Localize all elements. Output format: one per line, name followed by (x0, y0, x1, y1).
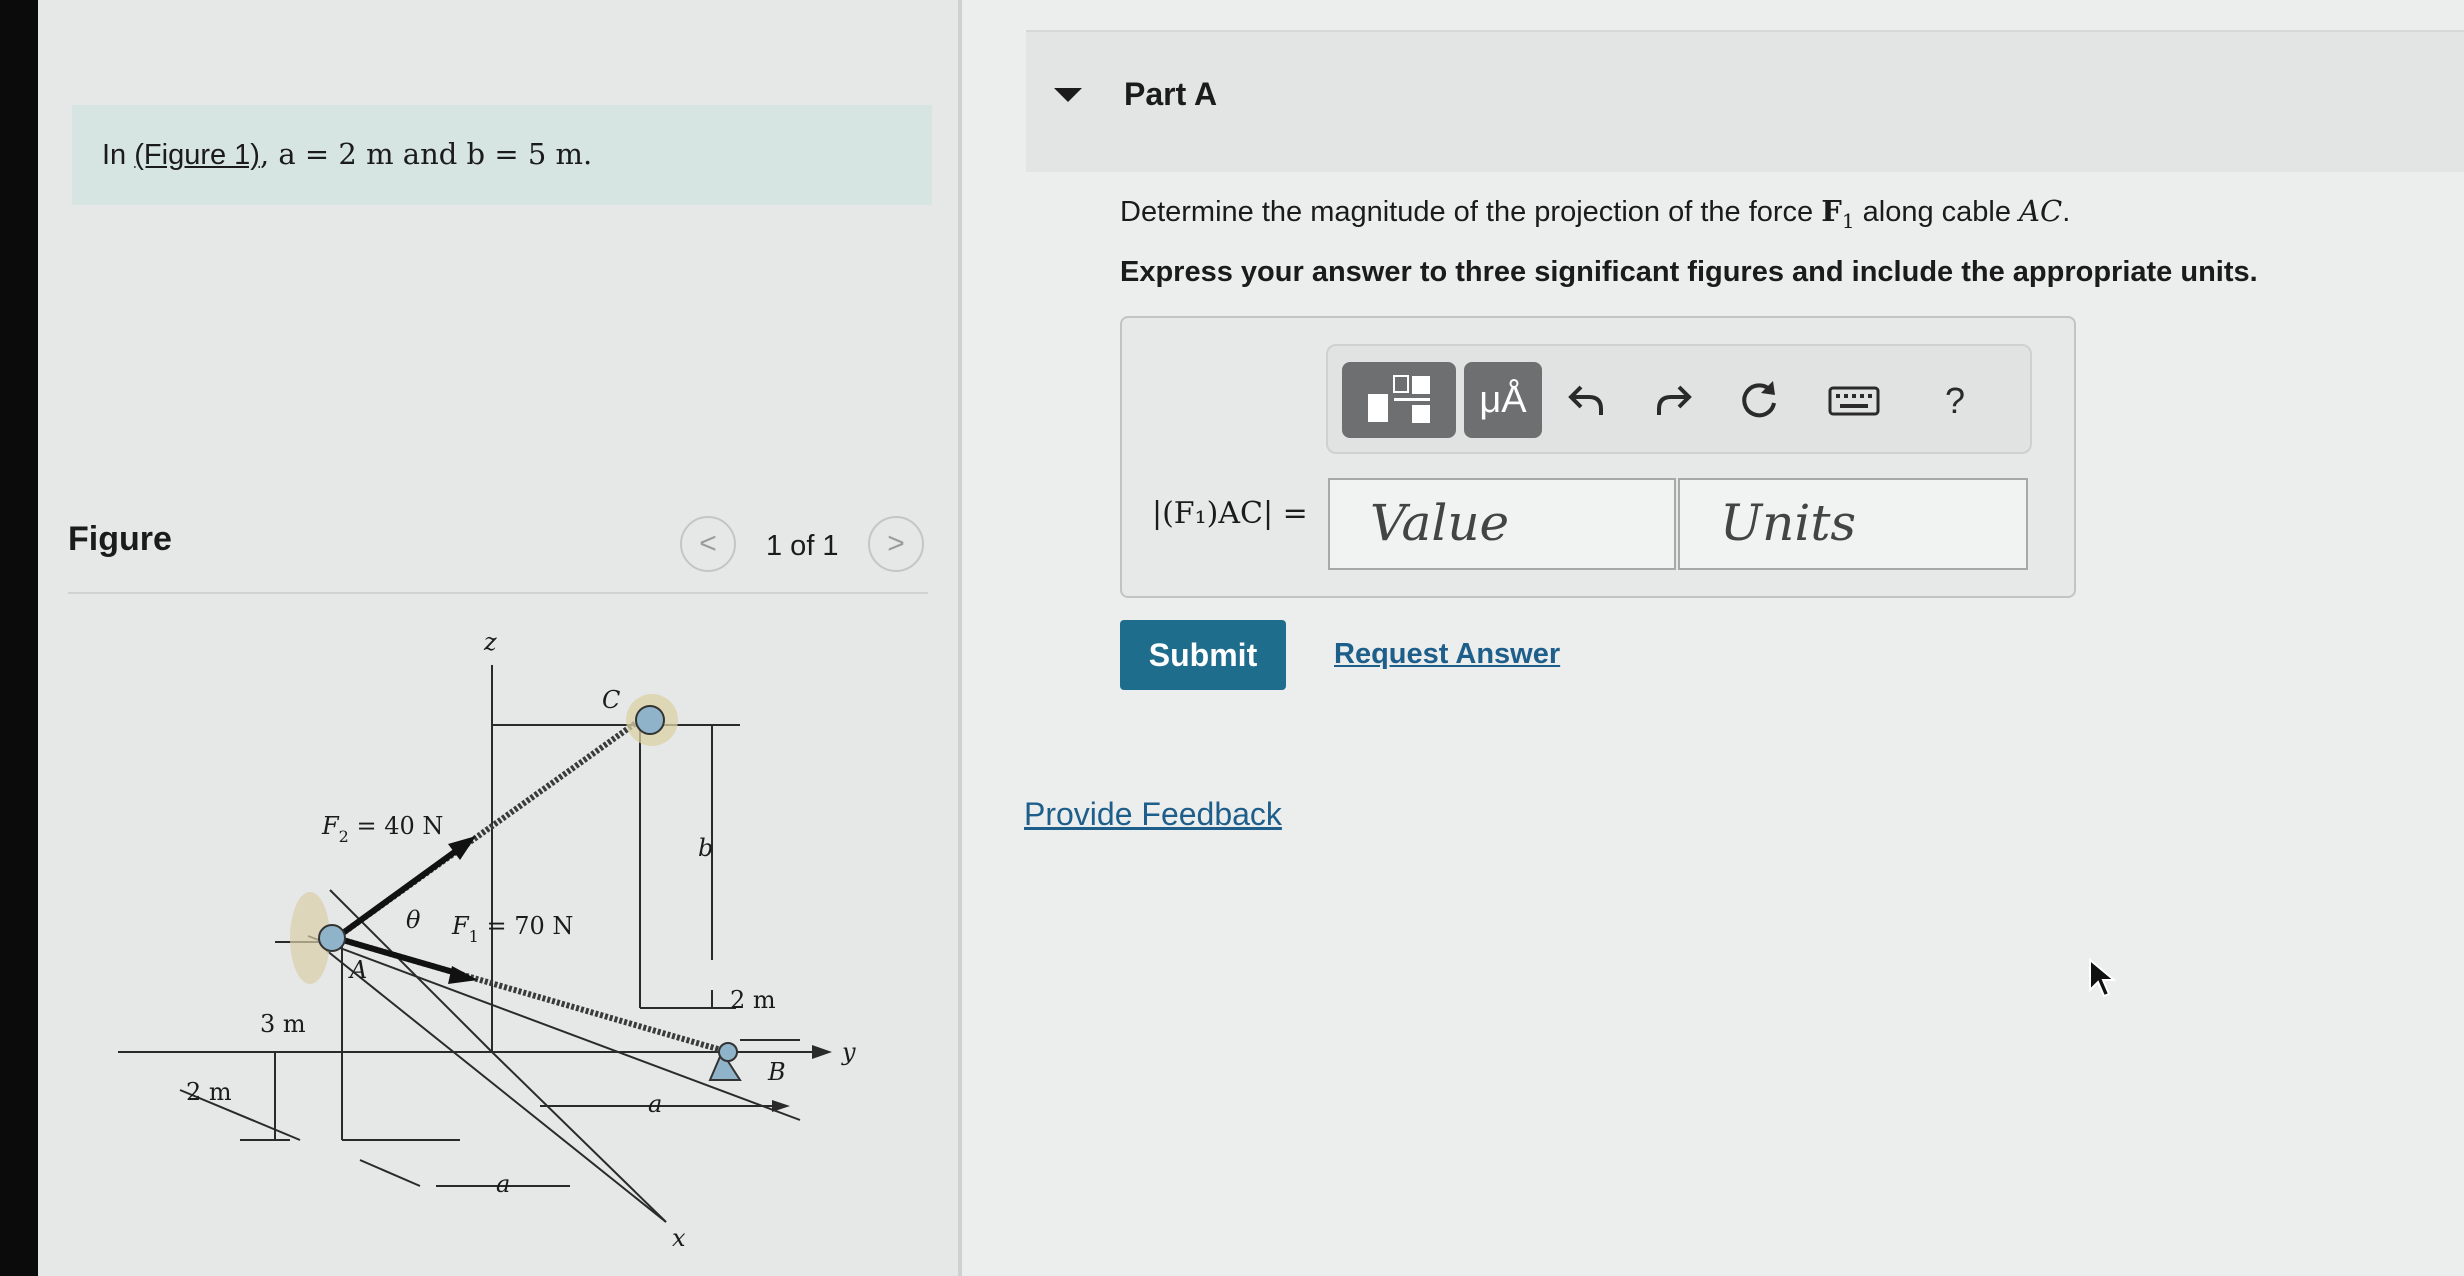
label-f2-value: = 40 N (349, 812, 444, 840)
keyboard-glyph (1828, 386, 1880, 416)
label-c: C (602, 686, 620, 714)
question-force-sub: 1 (1841, 208, 1855, 233)
answer-box: μÅ ? |(F₁)AC| = Value Units (1120, 316, 2076, 598)
label-x: x (672, 1224, 686, 1252)
problem-conditions: , a = 2 m and b = 5 m. (259, 137, 593, 171)
label-b-dim: b (698, 834, 713, 862)
label-y: y (841, 1038, 856, 1066)
keyboard-icon[interactable] (1822, 374, 1886, 428)
redo-glyph (1657, 385, 1692, 415)
label-f2-sub: 2 (339, 827, 349, 846)
label-z: z (483, 628, 497, 656)
prev-figure-button[interactable]: < (680, 516, 736, 572)
joint-b (718, 1042, 738, 1062)
a-dim-arrow (772, 1100, 790, 1112)
label-3m: 3 m (260, 1010, 306, 1038)
reset-icon[interactable] (1732, 374, 1786, 428)
math-toolbar: μÅ ? (1326, 344, 2032, 454)
label-theta: θ (406, 906, 421, 934)
force-f2-arrow (334, 845, 462, 941)
label-f1-symbol: F (451, 912, 470, 940)
force-diagram: z y x C A B θ b a a 3 m 2 m 2 m F2 = 40 … (118, 628, 856, 1252)
question-text: Determine the magnitude of the projectio… (1120, 194, 2070, 233)
label-f1: F1 = 70 N (451, 912, 573, 946)
figure-counter: 1 of 1 (766, 530, 839, 562)
label-f1-value: = 70 N (479, 912, 574, 940)
y-axis-arrow (812, 1045, 832, 1059)
problem-statement: In (Figure 1), a = 2 m and b = 5 m. (72, 105, 932, 205)
help-icon[interactable]: ? (1928, 374, 1982, 428)
units-input[interactable]: Units (1678, 478, 2028, 570)
ground-diagonal (307, 935, 801, 1121)
answer-label: |(F₁)AC| = (1152, 496, 1308, 531)
redo-icon[interactable] (1646, 374, 1700, 428)
template-grid-icon (1368, 375, 1430, 423)
templates-button[interactable] (1342, 362, 1456, 438)
label-f2: F2 = 40 N (321, 812, 443, 846)
problem-prefix: In (102, 139, 135, 171)
label-f1-sub: 1 (469, 927, 479, 946)
units-button[interactable]: μÅ (1464, 362, 1542, 438)
label-2m-right: 2 m (730, 986, 776, 1014)
part-a-header[interactable]: Part A (1026, 30, 2464, 172)
question-end: . (2062, 196, 2071, 228)
joint-c (635, 705, 665, 735)
label-a-point: A (348, 956, 367, 984)
label-2m-left: 2 m (186, 1078, 232, 1106)
joint-a (318, 924, 346, 952)
chevron-left-icon: < (699, 527, 717, 560)
label-a-dim-upper: a (648, 1090, 662, 1118)
question-cable: AC (2019, 194, 2063, 228)
label-f2-symbol: F (321, 812, 340, 840)
value-input[interactable]: Value (1328, 478, 1676, 570)
question-mid: along cable (1854, 196, 2020, 228)
question-pre: Determine the magnitude of the projectio… (1120, 196, 1822, 228)
instruction-text: Express your answer to three significant… (1120, 256, 2258, 288)
request-answer-link[interactable]: Request Answer (1334, 638, 1560, 671)
problem-text: In (Figure 1), a = 2 m and b = 5 m. (102, 137, 592, 172)
figure-title: Figure (68, 520, 172, 558)
next-figure-button[interactable]: > (868, 516, 924, 572)
caret-down-icon[interactable] (1054, 88, 1082, 102)
reset-glyph (1742, 381, 1776, 418)
screen-bezel (0, 0, 38, 1276)
submit-button[interactable]: Submit (1120, 620, 1286, 690)
question-force: F (1821, 194, 1842, 228)
figure-link[interactable]: (Figure 1) (134, 139, 260, 171)
provide-feedback-link[interactable]: Provide Feedback (1024, 796, 1282, 833)
undo-glyph (1568, 385, 1603, 415)
mouse-cursor-icon (2089, 958, 2116, 998)
a-dim-left (359, 1159, 421, 1187)
mu-angstrom-icon: μÅ (1479, 378, 1527, 421)
chevron-right-icon: > (887, 527, 905, 560)
label-a-dim-lower: a (496, 1170, 510, 1198)
label-b-point: B (767, 1058, 786, 1086)
figure-divider (68, 592, 928, 594)
x-axis (491, 1051, 667, 1223)
part-a-title: Part A (1124, 76, 1218, 112)
undo-icon[interactable] (1560, 374, 1614, 428)
